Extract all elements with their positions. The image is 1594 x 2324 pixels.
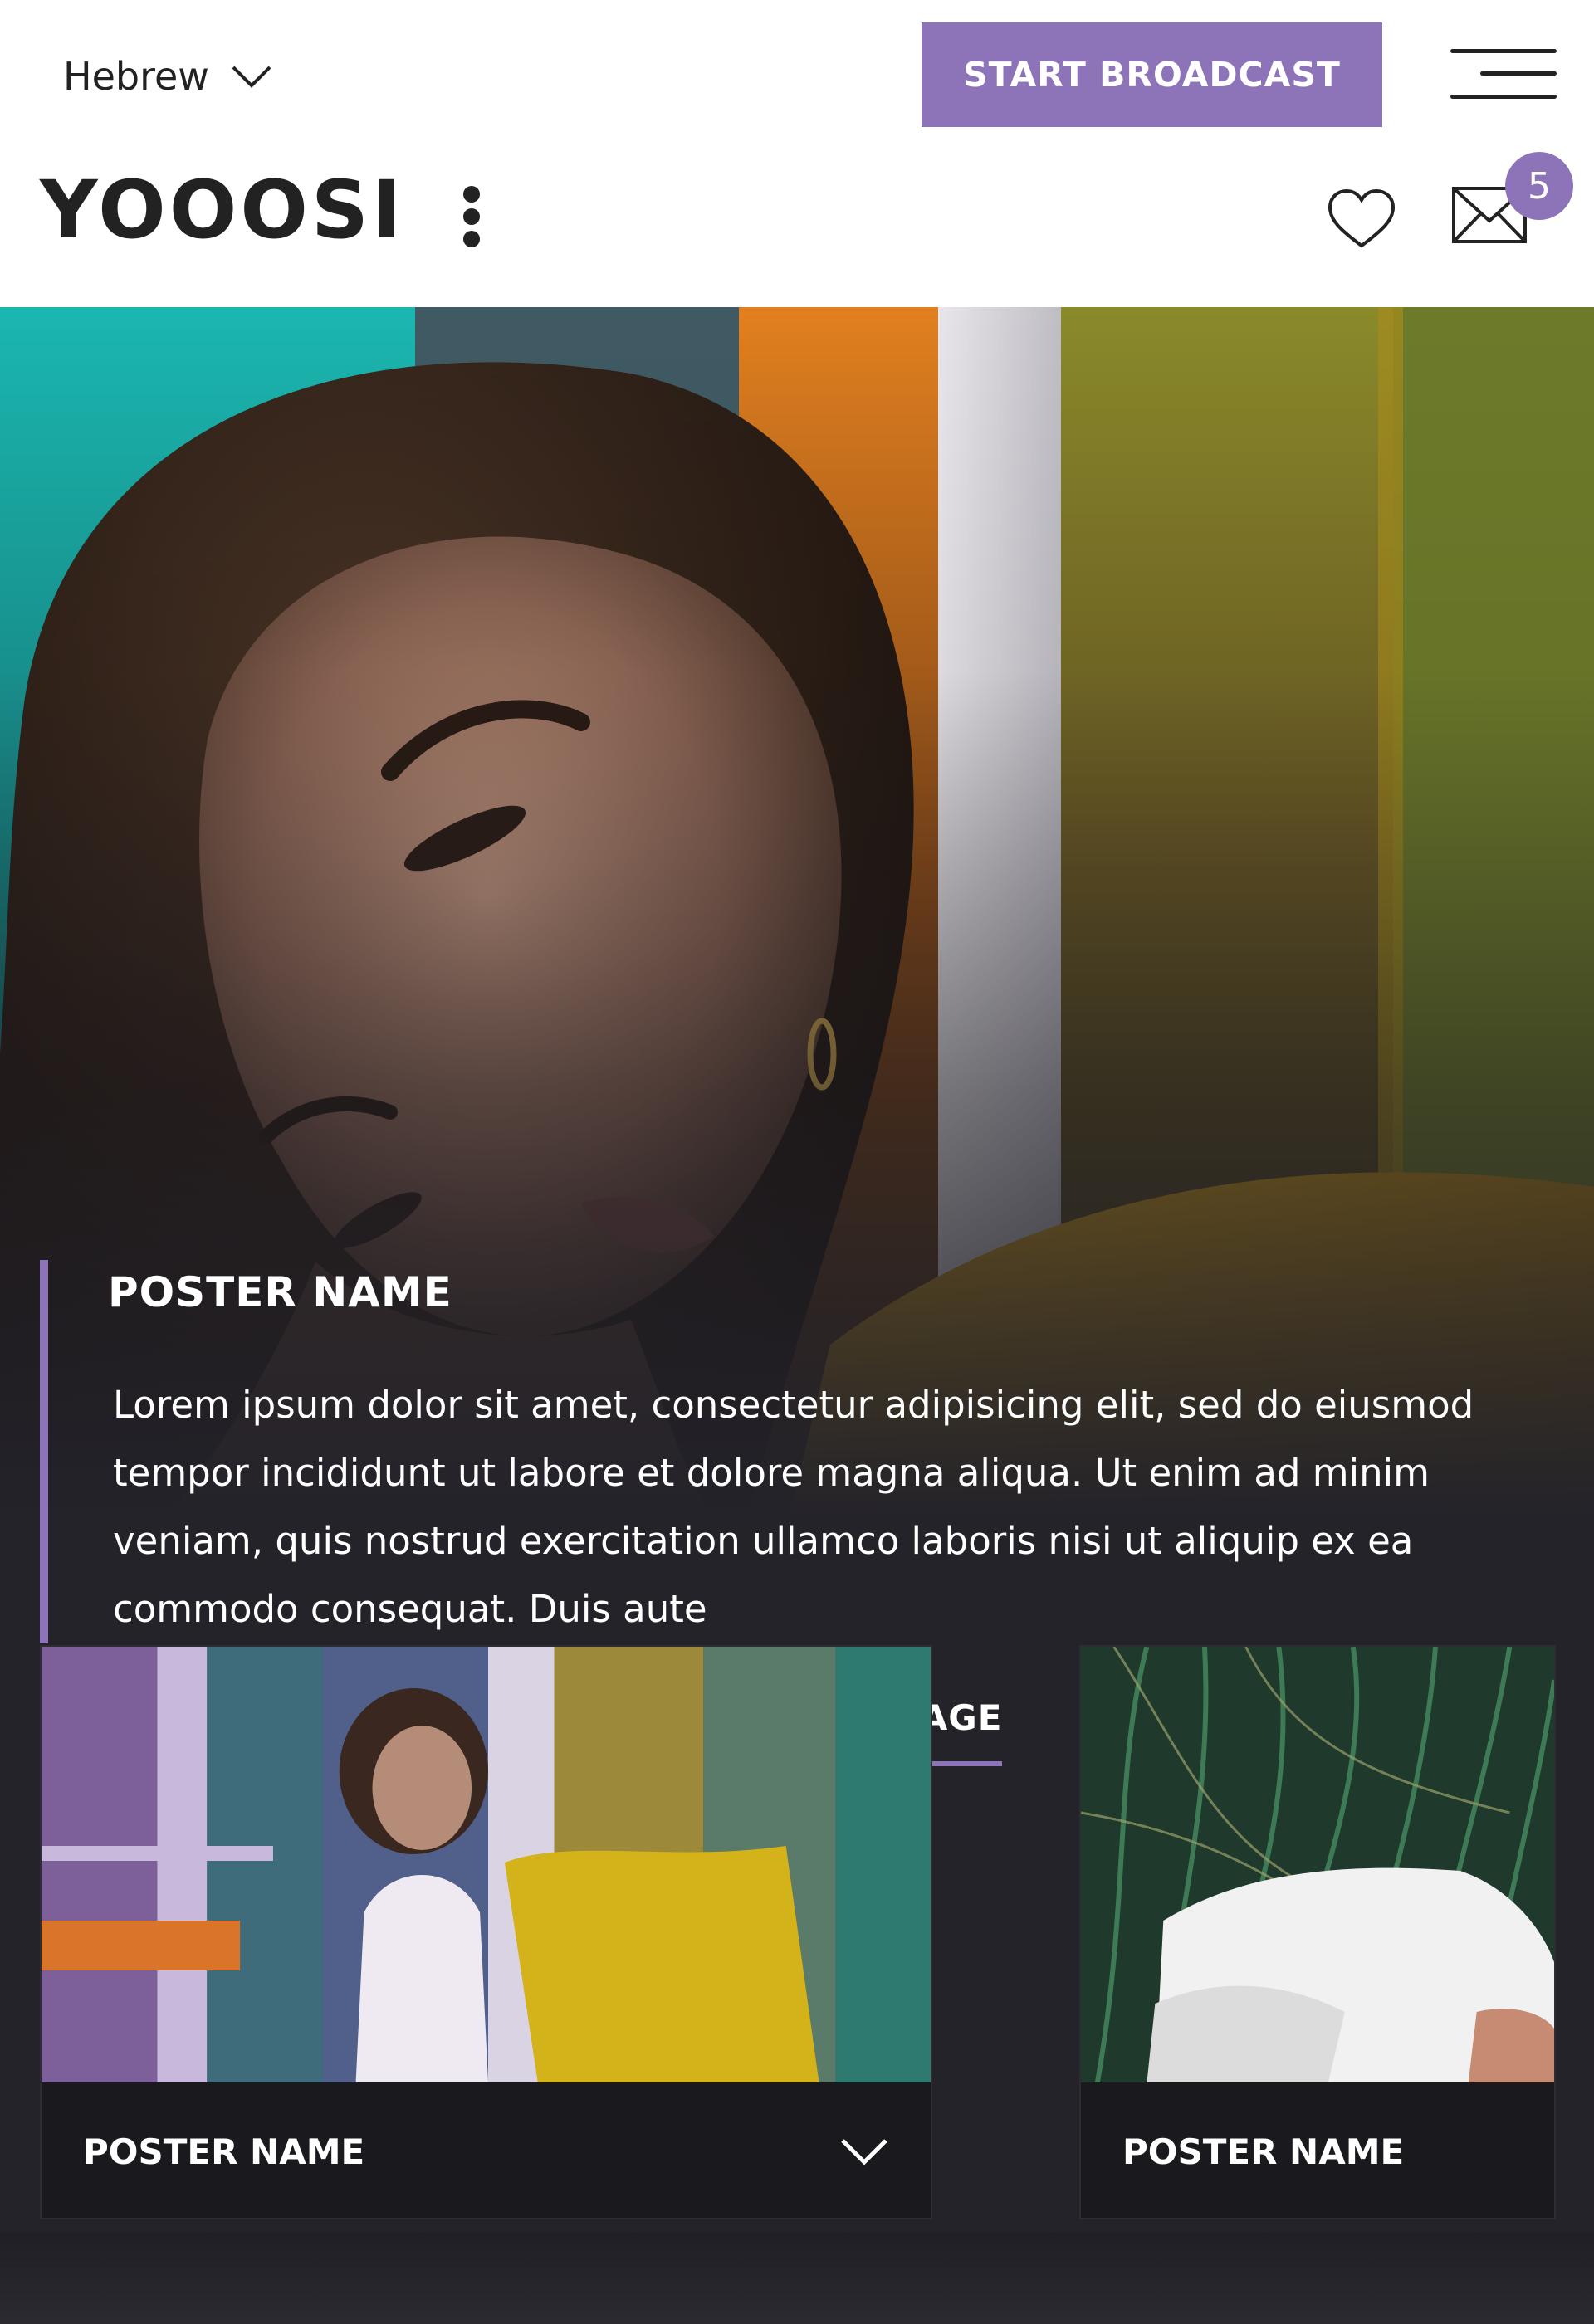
language-label: Hebrew (63, 54, 209, 99)
site-logo[interactable]: YOOOSI (40, 170, 405, 250)
poster-card[interactable]: POSTER NAME (40, 1645, 932, 2219)
card-poster-name: POSTER NAME (83, 2131, 365, 2172)
poster-card[interactable]: POSTER NAME (1079, 1645, 1556, 2219)
chevron-down-icon[interactable] (839, 2136, 889, 2169)
poster-thumbnail (42, 1647, 931, 2082)
heart-icon[interactable] (1327, 188, 1396, 251)
start-broadcast-button[interactable]: START BROADCAST (922, 22, 1382, 127)
poster-thumbnail (1081, 1647, 1554, 2082)
hero-description: Lorem ipsum dolor sit amet, consectetur … (113, 1383, 1474, 1631)
kebab-menu-icon[interactable] (455, 183, 488, 251)
notification-badge: 5 (1505, 152, 1573, 220)
language-selector[interactable]: Hebrew (63, 51, 272, 101)
chevron-down-icon (232, 66, 271, 88)
quote-accent-bar (40, 1260, 48, 1643)
hero-poster-name: POSTER NAME (108, 1268, 452, 1316)
card-poster-name: POSTER NAME (1122, 2131, 1405, 2172)
hamburger-menu-icon[interactable] (1449, 46, 1557, 105)
